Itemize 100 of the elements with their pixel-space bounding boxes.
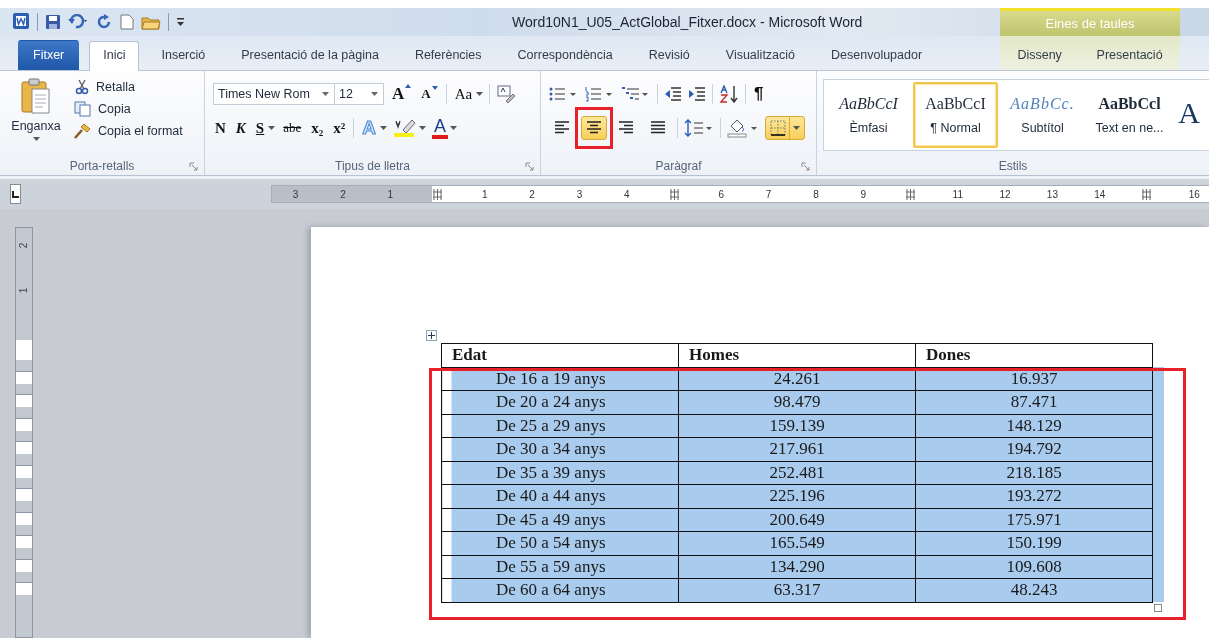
caret-icon[interactable] <box>419 126 426 130</box>
ribbon-tab[interactable]: Visualització <box>711 41 810 70</box>
table-cell: 165.549 <box>678 531 916 555</box>
ruler-number: 2 <box>340 188 346 200</box>
table-cell: 159.139 <box>678 414 916 438</box>
caret-icon[interactable] <box>476 92 484 96</box>
ruler-number: 3 <box>292 188 299 200</box>
font-name-field[interactable]: Times New Rom <box>213 83 335 105</box>
subscript-button[interactable]: x₂ <box>309 119 326 137</box>
font-color-button[interactable]: A <box>432 117 448 139</box>
ribbon-tab[interactable]: Desenvolupador <box>817 41 937 70</box>
italic-button[interactable]: K <box>233 119 248 137</box>
ruler-number: 12 <box>999 188 1011 200</box>
table-cell: 252.481 <box>678 461 916 485</box>
up-triangle-icon <box>405 84 412 88</box>
shading-icon[interactable] <box>727 118 759 138</box>
ruler-number: 2 <box>529 188 535 200</box>
horizontal-ruler[interactable]: 3 2 1 1 2 3 4 6 7 8 9 11 12 13 14 16 <box>271 185 1209 203</box>
copy-button[interactable]: Copia <box>70 99 187 119</box>
dialog-launcher-icon[interactable] <box>525 162 534 171</box>
clear-formatting-icon[interactable] <box>496 85 517 103</box>
line-spacing-icon[interactable] <box>684 119 714 137</box>
caret-icon[interactable] <box>268 126 276 130</box>
shrink-font-button[interactable]: A <box>419 86 440 102</box>
table-cell: 193.272 <box>915 484 1153 508</box>
table-cell: 175.971 <box>915 508 1153 532</box>
bullet-list-icon[interactable] <box>549 86 579 102</box>
change-case-button[interactable]: Aa <box>452 85 475 103</box>
ruler-number: 1 <box>482 188 488 200</box>
format-painter-button[interactable]: Copia el format <box>70 121 187 141</box>
table-cell: De 30 a 34 anys <box>441 437 679 461</box>
table-cell: De 20 a 24 anys <box>441 390 679 414</box>
decrease-indent-icon[interactable] <box>664 86 682 102</box>
table-cell: 150.199 <box>915 531 1153 555</box>
table-cell: 48.243 <box>915 578 1153 602</box>
table-cell: De 25 a 29 anys <box>441 414 679 438</box>
style-option[interactable]: AaBbCcI ¶ Normal <box>913 82 998 148</box>
ruler-number: 1 <box>387 188 393 200</box>
caret-icon <box>32 137 40 141</box>
ruler-number: 8 <box>813 188 819 200</box>
superscript-button[interactable]: x² <box>331 119 348 137</box>
table-resize-handle-icon[interactable] <box>1154 603 1162 612</box>
multilevel-list-icon[interactable] <box>621 86 651 102</box>
table-cell: 87.471 <box>915 390 1153 414</box>
ribbon-tab[interactable]: Disseny <box>1008 41 1071 70</box>
paste-button[interactable]: Enganxa <box>4 77 68 157</box>
align-right-icon <box>618 121 634 135</box>
group-label: Paràgraf <box>655 159 702 173</box>
ruler-number: 4 <box>623 188 630 200</box>
new-document-icon[interactable] <box>120 14 134 30</box>
vertical-ruler[interactable]: 2 1 <box>15 227 33 638</box>
highlighter-icon[interactable] <box>393 118 417 138</box>
table-cell: 225.196 <box>678 484 916 508</box>
redo-icon[interactable] <box>97 14 113 30</box>
column-header: Dones <box>915 343 1153 367</box>
align-center-button[interactable] <box>581 116 607 140</box>
clipboard-icon <box>20 77 52 115</box>
ruler-number: 7 <box>765 188 772 200</box>
table-cell: 63.317 <box>678 578 916 602</box>
ruler-number: 13 <box>1046 188 1058 200</box>
caret-icon[interactable] <box>380 126 387 130</box>
caret-icon <box>793 126 800 130</box>
bold-button[interactable]: N <box>213 119 228 137</box>
numbered-list-icon[interactable] <box>585 86 615 102</box>
dialog-launcher-icon[interactable] <box>801 162 810 171</box>
ribbon-tab[interactable]: Presentació de la pàgina <box>227 41 393 70</box>
caret-icon[interactable] <box>450 126 457 130</box>
column-marker-icon[interactable] <box>433 188 443 200</box>
customize-caret-icon[interactable] <box>176 16 185 28</box>
folder-icon[interactable] <box>141 14 161 30</box>
increase-indent-icon[interactable] <box>688 86 706 102</box>
borders-button[interactable] <box>765 116 805 140</box>
ribbon-tab[interactable]: Revisió <box>634 41 704 70</box>
sort-icon[interactable] <box>719 85 739 103</box>
ribbon-tab[interactable]: Referències <box>400 41 496 70</box>
caret-icon <box>322 92 329 96</box>
ribbon-tab[interactable]: Inici <box>89 41 140 71</box>
show-formatting-marks-button[interactable]: ¶ <box>752 84 766 104</box>
font-size-field[interactable]: 12 <box>334 83 384 105</box>
justify-icon <box>650 121 666 135</box>
contextual-group-label: Eines de taules <box>1045 16 1135 31</box>
underline-button[interactable]: S <box>253 119 267 137</box>
tab-selector-button[interactable] <box>10 184 21 204</box>
ribbon-tab[interactable]: Correspondència <box>503 41 627 70</box>
ribbon-tab[interactable]: Presentació <box>1087 41 1172 70</box>
column-marker-icon[interactable] <box>906 188 915 200</box>
ribbon-tab[interactable]: Fitxer <box>18 40 80 70</box>
align-left-icon <box>554 121 570 135</box>
ribbon-tab[interactable]: Inserció <box>147 41 220 70</box>
table-cell: De 40 a 44 anys <box>441 484 679 508</box>
table-move-handle-icon[interactable] <box>426 330 437 341</box>
cut-button[interactable]: Retalla <box>70 77 187 97</box>
undo-icon[interactable] <box>68 14 90 30</box>
table-cell: De 45 a 49 anys <box>441 508 679 532</box>
grow-font-button[interactable]: A <box>390 84 414 104</box>
column-marker-icon[interactable] <box>1142 188 1152 200</box>
strikethrough-button[interactable]: abe <box>281 120 304 136</box>
save-icon[interactable] <box>45 14 61 30</box>
column-marker-icon[interactable] <box>669 188 679 200</box>
dialog-launcher-icon[interactable] <box>189 162 198 171</box>
